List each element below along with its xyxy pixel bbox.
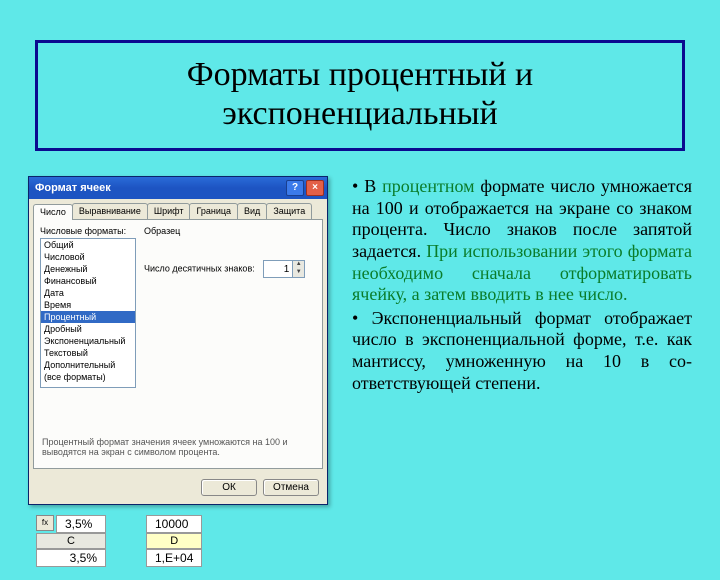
dialog-title: Формат ячеек: [35, 182, 111, 194]
sample-label: Образец: [144, 226, 316, 236]
help-button[interactable]: ?: [286, 180, 304, 196]
list-item-selected[interactable]: Процентный: [41, 311, 135, 323]
cell-value: 3,5%: [36, 549, 106, 567]
decimals-label: Число десятичных знаков:: [144, 264, 255, 274]
tab-panel: Числовые форматы: Общий Числовой Денежны…: [33, 219, 323, 469]
highlight-percent: процентном: [382, 176, 474, 196]
dialog-titlebar[interactable]: Формат ячеек ? ×: [29, 177, 327, 199]
dialog-tabs: Число Выравнивание Шрифт Граница Вид Защ…: [29, 199, 327, 219]
list-item[interactable]: Текстовый: [41, 347, 135, 359]
formula-cell: 3,5%: [56, 515, 106, 533]
cell-samples: fx 3,5% C 3,5% 10000 D 1,E+04: [28, 515, 338, 567]
fx-icon: fx: [36, 515, 54, 531]
col-header-d: D: [146, 533, 202, 549]
dialog-buttons: ОК Отмена: [29, 475, 327, 504]
cell-value: 1,E+04: [146, 549, 202, 567]
list-item[interactable]: Числовой: [41, 251, 135, 263]
format-list[interactable]: Общий Числовой Денежный Финансовый Дата …: [40, 238, 136, 388]
spinner-down-icon[interactable]: ▼: [292, 269, 304, 277]
format-cells-dialog: Формат ячеек ? × Число Выравнивание Шриф…: [28, 176, 328, 505]
spinner-up-icon[interactable]: ▲: [292, 261, 304, 269]
slide-title: Форматы процентный и экспоненциальный: [187, 56, 534, 132]
list-item[interactable]: Экспоненциальный: [41, 335, 135, 347]
close-button[interactable]: ×: [306, 180, 324, 196]
ok-button[interactable]: ОК: [201, 479, 257, 496]
list-item[interactable]: Финансовый: [41, 275, 135, 287]
right-pane: Образец Число десятичных знаков: ▲ ▼: [144, 226, 316, 388]
paragraph-1: • В процентном формате число умножается …: [352, 176, 692, 306]
spinner-arrows[interactable]: ▲ ▼: [292, 261, 304, 277]
tab-border[interactable]: Граница: [189, 203, 238, 219]
decimals-spinner[interactable]: ▲ ▼: [263, 260, 305, 278]
list-item[interactable]: Дополнительный: [41, 359, 135, 371]
decimals-input[interactable]: [264, 264, 292, 275]
paragraph-2: • Экспоненциальный формат отображает чис…: [352, 308, 692, 394]
cancel-button[interactable]: Отмена: [263, 479, 319, 496]
content-row: Формат ячеек ? × Число Выравнивание Шриф…: [0, 176, 720, 567]
list-item[interactable]: Дата: [41, 287, 135, 299]
tab-alignment[interactable]: Выравнивание: [72, 203, 148, 219]
slide-title-banner: Форматы процентный и экспоненциальный: [35, 40, 685, 151]
titlebar-buttons: ? ×: [286, 180, 324, 196]
decimals-row: Число десятичных знаков: ▲ ▼: [144, 260, 316, 278]
tab-view[interactable]: Вид: [237, 203, 267, 219]
tab-font[interactable]: Шрифт: [147, 203, 191, 219]
col-header-c: C: [36, 533, 106, 549]
list-item[interactable]: Общий: [41, 239, 135, 251]
formula-cell: 10000: [146, 515, 202, 533]
sample-exponent: 10000 D 1,E+04: [146, 515, 202, 567]
left-column: Формат ячеек ? × Число Выравнивание Шриф…: [28, 176, 338, 567]
format-list-label: Числовые форматы:: [40, 226, 136, 236]
list-item[interactable]: Денежный: [41, 263, 135, 275]
list-item[interactable]: (все форматы): [41, 371, 135, 383]
sample-percent: fx 3,5% C 3,5%: [36, 515, 106, 567]
slide-body-text: • В процентном формате число умножается …: [352, 176, 692, 567]
format-hint: Процентный формат значения ячеек умножаю…: [42, 438, 314, 458]
tab-number[interactable]: Число: [33, 204, 73, 220]
tab-protection[interactable]: Защита: [266, 203, 312, 219]
list-item[interactable]: Дробный: [41, 323, 135, 335]
format-list-col: Числовые форматы: Общий Числовой Денежны…: [40, 226, 136, 388]
list-item[interactable]: Время: [41, 299, 135, 311]
